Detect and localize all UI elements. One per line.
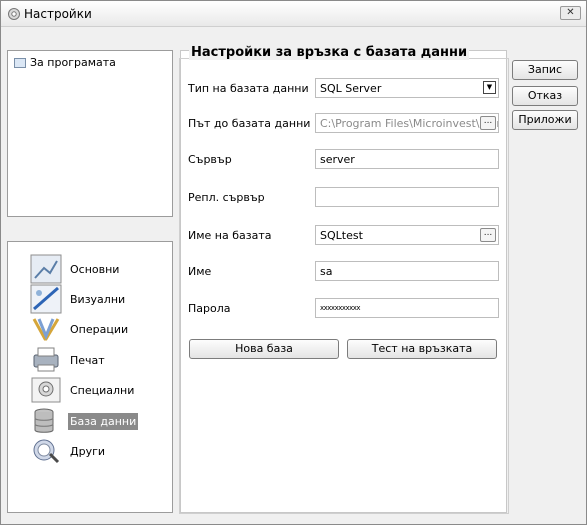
- password-field[interactable]: xxxxxxxxxxx: [315, 298, 499, 318]
- nav-label: База данни: [68, 412, 139, 430]
- db-path-value: C:\Program Files\Microinvest\Ware: [320, 117, 499, 130]
- nav-label: Печат: [70, 353, 105, 367]
- nav-label: Операции: [70, 322, 129, 336]
- server-label: Сървър: [188, 153, 232, 166]
- nav-item-print[interactable]: Печат: [30, 345, 107, 375]
- close-button[interactable]: ✕: [560, 6, 581, 20]
- nav-item-database[interactable]: База данни: [30, 406, 139, 436]
- browse-db-button[interactable]: ...: [480, 228, 496, 242]
- repl-server-field[interactable]: [315, 187, 499, 207]
- db-type-label: Тип на базата данни: [188, 82, 309, 95]
- nav-item-special[interactable]: Специални: [30, 375, 136, 405]
- nav-label: Основни: [70, 262, 120, 276]
- folder-icon: [14, 57, 26, 68]
- cancel-button[interactable]: Отказ: [512, 86, 578, 106]
- apply-button[interactable]: Приложи: [512, 110, 578, 130]
- test-connection-button[interactable]: Тест на връзката: [347, 339, 497, 359]
- browse-path-button[interactable]: ...: [480, 116, 496, 130]
- db-name-field[interactable]: SQLtest ...: [315, 225, 499, 245]
- new-db-button[interactable]: Нова база: [189, 339, 339, 359]
- database-icon: [34, 408, 54, 433]
- password-label: Парола: [188, 302, 231, 315]
- repl-server-label: Репл. сървър: [188, 191, 265, 204]
- tree-item-about[interactable]: За програмата: [14, 56, 116, 69]
- nav-item-operations[interactable]: Операции: [30, 314, 130, 344]
- db-type-value: SQL Server: [320, 82, 382, 95]
- db-name-value: SQLtest: [320, 229, 363, 242]
- db-path-label: Път до базата данни: [188, 117, 311, 130]
- nav-item-other[interactable]: Други: [30, 436, 107, 466]
- basic-settings-icon: [30, 254, 62, 284]
- settings-nav-panel: Основни Визуални Операции Печат Специалн…: [7, 241, 173, 513]
- window-title: Настройки: [24, 7, 92, 21]
- special-settings-icon: [31, 377, 61, 403]
- nav-item-visual[interactable]: Визуални: [30, 284, 127, 314]
- panel-title: Настройки за връзка с базата данни: [189, 45, 470, 60]
- printer-icon: [33, 347, 59, 372]
- username-field[interactable]: sa: [315, 261, 499, 281]
- visual-settings-icon: [30, 284, 62, 314]
- nav-label: Други: [70, 444, 106, 458]
- nav-label: Визуални: [70, 292, 126, 306]
- chevron-down-icon[interactable]: ▼: [483, 81, 496, 94]
- db-name-label: Име на базата: [188, 229, 272, 242]
- gear-icon: [8, 8, 20, 20]
- server-value: server: [320, 153, 355, 166]
- password-value: xxxxxxxxxxx: [320, 304, 361, 312]
- nav-item-basic[interactable]: Основни: [30, 254, 121, 284]
- server-field[interactable]: server: [315, 149, 499, 169]
- settings-window: Настройки ✕ За програмата Основни Визуал…: [0, 0, 587, 525]
- db-path-field[interactable]: C:\Program Files\Microinvest\Ware ...: [315, 113, 499, 133]
- nav-label: Специални: [70, 383, 135, 397]
- title-bar: Настройки ✕: [1, 1, 586, 27]
- db-type-select[interactable]: SQL Server ▼: [315, 78, 499, 98]
- username-label: Име: [188, 265, 212, 278]
- save-button[interactable]: Запис: [512, 60, 578, 80]
- tree-item-label: За програмата: [30, 56, 116, 69]
- other-settings-icon: [33, 439, 60, 464]
- about-tree-panel: За програмата: [7, 50, 173, 217]
- username-value: sa: [320, 265, 333, 278]
- operations-icon: [32, 318, 60, 341]
